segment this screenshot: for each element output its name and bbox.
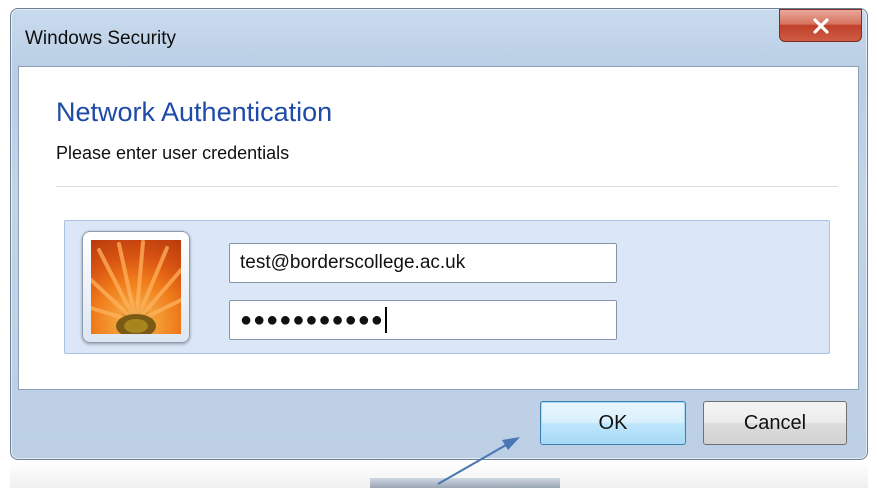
cancel-button[interactable]: Cancel xyxy=(703,401,847,445)
password-value: ●●●●●●●●●●● xyxy=(240,308,384,331)
username-value: test@borderscollege.ac.uk xyxy=(240,252,466,273)
separator xyxy=(56,186,838,187)
dialog-content: Network Authentication Please enter user… xyxy=(18,66,859,390)
text-caret xyxy=(384,307,387,333)
dialog-subheading: Please enter user credentials xyxy=(56,143,290,163)
ok-button[interactable]: OK xyxy=(540,401,686,445)
close-button[interactable] xyxy=(779,9,862,42)
username-field[interactable]: test@borderscollege.ac.uk xyxy=(229,243,617,283)
dialog-heading: Network Authentication xyxy=(56,97,333,127)
window-title: Windows Security xyxy=(25,28,176,49)
user-tile xyxy=(82,231,190,343)
password-field[interactable]: ●●●●●●●●●●● xyxy=(229,300,617,340)
credential-panel: test@borderscollege.ac.uk ●●●●●●●●●●● xyxy=(64,220,830,354)
close-icon xyxy=(812,17,829,34)
user-picture-icon xyxy=(91,240,181,334)
taskbar-fragment xyxy=(370,478,560,488)
